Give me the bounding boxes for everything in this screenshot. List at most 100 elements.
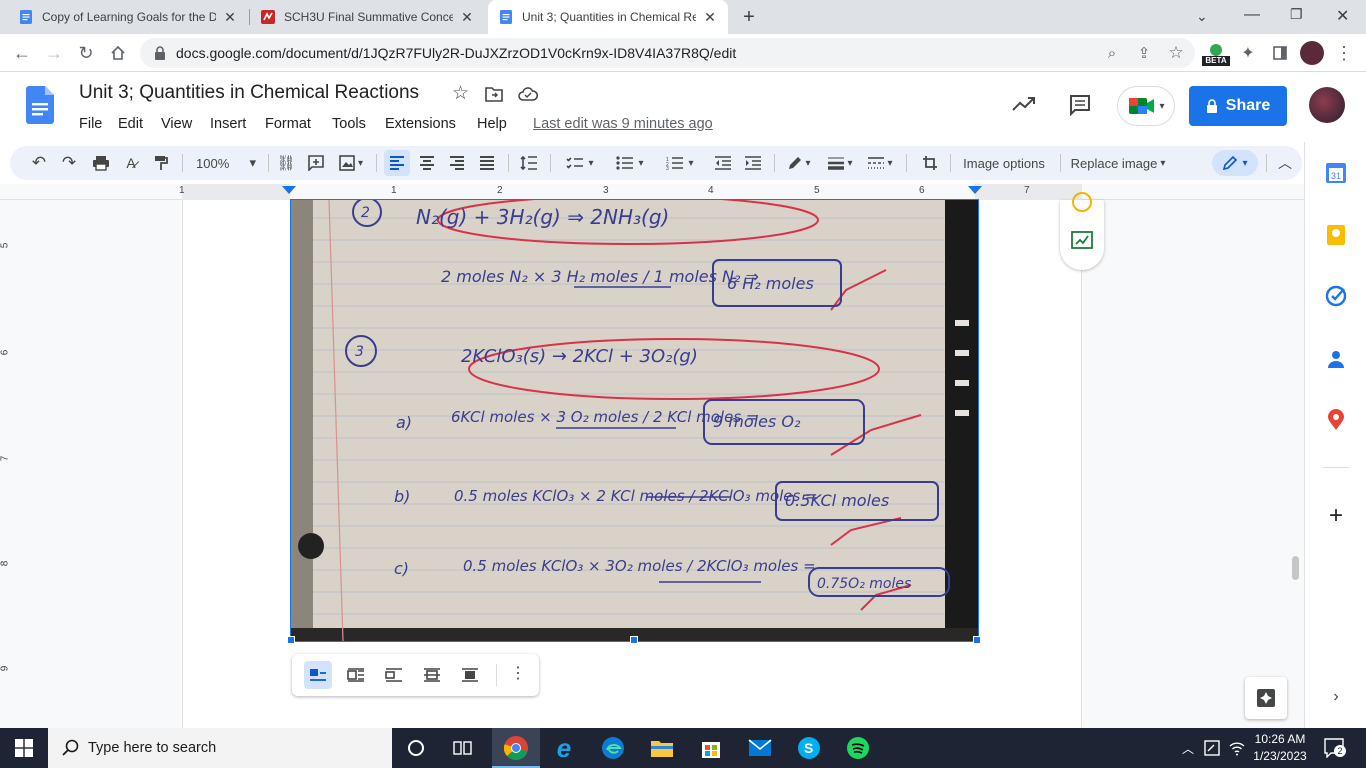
- explore-button[interactable]: [1245, 677, 1287, 719]
- reload-icon[interactable]: ↻: [72, 39, 100, 67]
- account-avatar[interactable]: [1309, 87, 1345, 123]
- resize-handle[interactable]: [973, 636, 981, 644]
- close-tab-icon[interactable]: ✕: [222, 9, 238, 25]
- bookmark-star-icon[interactable]: ☆: [1162, 39, 1190, 67]
- zoom-select[interactable]: 100% ▾: [192, 150, 260, 176]
- insert-image-icon[interactable]: ▾: [334, 150, 368, 176]
- insert-link-icon[interactable]: ⛓: [274, 150, 298, 176]
- menu-help[interactable]: Help: [477, 116, 507, 132]
- edge-icon[interactable]: [599, 734, 627, 762]
- more-options-icon[interactable]: ⋮: [506, 663, 530, 687]
- tab-learning-goals[interactable]: Copy of Learning Goals for the D ✕: [8, 0, 248, 34]
- taskbar-search-box[interactable]: Type here to search: [48, 728, 392, 768]
- print-icon[interactable]: [88, 150, 114, 176]
- inline-wrap-icon[interactable]: [304, 661, 332, 689]
- undo-icon[interactable]: ↶: [26, 150, 52, 176]
- document-title[interactable]: Unit 3; Quantities in Chemical Reactions: [79, 82, 419, 104]
- increase-indent-icon[interactable]: [740, 150, 766, 176]
- spotify-icon[interactable]: [844, 734, 872, 762]
- close-tab-icon[interactable]: ✕: [459, 9, 475, 25]
- spellcheck-icon[interactable]: A̷: [118, 150, 144, 176]
- new-tab-icon[interactable]: +: [738, 6, 760, 28]
- comments-icon[interactable]: [1069, 94, 1091, 116]
- border-weight-icon[interactable]: ▾: [822, 150, 858, 176]
- crop-icon[interactable]: [918, 150, 942, 176]
- border-dash-icon[interactable]: ▾: [862, 150, 898, 176]
- emoji-reaction-icon[interactable]: [1072, 192, 1092, 212]
- file-explorer-icon[interactable]: [648, 734, 676, 762]
- close-window-icon[interactable]: ✕: [1336, 6, 1349, 26]
- menu-tools[interactable]: Tools: [332, 116, 366, 132]
- pen-workspace-icon[interactable]: [1204, 740, 1220, 756]
- notebook-photo[interactable]: 2 3 N₂(g) + 3H₂(g) ⇒ 2NH₃(g) 2 moles N₂ …: [290, 199, 979, 642]
- more-menu-icon[interactable]: ⋮: [1330, 39, 1358, 67]
- mail-icon[interactable]: [746, 734, 774, 762]
- share-page-icon[interactable]: ⇪: [1130, 39, 1158, 67]
- close-tab-icon[interactable]: ✕: [702, 9, 718, 25]
- restore-icon[interactable]: ❐: [1290, 6, 1303, 23]
- home-icon[interactable]: [104, 39, 132, 67]
- checklist-icon[interactable]: ▾: [558, 150, 602, 176]
- left-indent-marker[interactable]: [282, 186, 296, 194]
- border-color-icon[interactable]: ▾: [782, 150, 816, 176]
- align-right-icon[interactable]: [444, 150, 470, 176]
- side-panel-icon[interactable]: [1266, 39, 1294, 67]
- expand-panel-icon[interactable]: ›: [1324, 685, 1348, 709]
- justify-icon[interactable]: [474, 150, 500, 176]
- align-center-icon[interactable]: [414, 150, 440, 176]
- add-comment-icon[interactable]: [304, 150, 328, 176]
- line-spacing-icon[interactable]: [516, 150, 542, 176]
- wrap-text-icon[interactable]: [342, 661, 370, 689]
- show-hidden-icons-icon[interactable]: ︿: [1182, 740, 1194, 757]
- chrome-taskbar-button[interactable]: [492, 728, 540, 768]
- replace-image-button[interactable]: Replace image ▾: [1066, 150, 1170, 176]
- meet-button[interactable]: ▾: [1117, 86, 1175, 126]
- task-view-icon[interactable]: [449, 734, 477, 762]
- activity-trend-icon[interactable]: [1012, 96, 1036, 112]
- store-icon[interactable]: [697, 734, 725, 762]
- extensions-puzzle-icon[interactable]: ✦: [1234, 39, 1262, 67]
- numbered-list-icon[interactable]: 1 2 3 ▾: [658, 150, 702, 176]
- profile-avatar[interactable]: [1300, 41, 1324, 65]
- system-clock[interactable]: 10:26 AM 1/23/2023: [1244, 731, 1316, 765]
- beta-extension-icon[interactable]: BETA: [1202, 42, 1230, 68]
- tab-unit3-active[interactable]: Unit 3; Quantities in Chemical Re ✕: [488, 0, 728, 34]
- suggest-edit-icon[interactable]: [1071, 231, 1093, 251]
- bulleted-list-icon[interactable]: ▾: [608, 150, 652, 176]
- maps-icon[interactable]: [1324, 408, 1348, 432]
- redo-icon[interactable]: ↷: [56, 150, 82, 176]
- add-addon-icon[interactable]: +: [1324, 502, 1348, 529]
- menu-insert[interactable]: Insert: [210, 116, 246, 132]
- menu-file[interactable]: File: [79, 116, 102, 132]
- back-icon[interactable]: ←: [8, 39, 36, 67]
- paint-format-icon[interactable]: [148, 150, 174, 176]
- menu-extensions[interactable]: Extensions: [385, 116, 456, 132]
- forward-icon[interactable]: →: [40, 39, 68, 67]
- contacts-icon[interactable]: [1324, 347, 1348, 371]
- tab-search-chevron-icon[interactable]: ⌄: [1196, 8, 1208, 25]
- in-front-of-text-icon[interactable]: [456, 661, 484, 689]
- behind-text-icon[interactable]: [418, 661, 446, 689]
- cloud-status-icon[interactable]: [518, 86, 538, 102]
- menu-edit[interactable]: Edit: [118, 116, 143, 132]
- resize-handle[interactable]: [630, 636, 638, 644]
- tab-sch3u-summative[interactable]: SCH3U Final Summative Concept ✕: [250, 0, 485, 34]
- zoom-icon[interactable]: ⌕: [1098, 39, 1126, 67]
- align-left-icon[interactable]: [384, 150, 410, 176]
- decrease-indent-icon[interactable]: [710, 150, 736, 176]
- menu-view[interactable]: View: [161, 116, 192, 132]
- editing-mode-button[interactable]: ▾: [1212, 150, 1258, 176]
- image-options-button[interactable]: Image options: [956, 150, 1052, 176]
- right-indent-marker[interactable]: [968, 186, 982, 194]
- skype-icon[interactable]: S: [795, 734, 823, 762]
- tasks-icon[interactable]: [1324, 284, 1348, 308]
- star-icon[interactable]: ☆: [452, 82, 469, 105]
- windows-start-icon[interactable]: [10, 734, 38, 762]
- notification-center-icon[interactable]: 2: [1324, 738, 1346, 758]
- keep-icon[interactable]: [1324, 223, 1348, 247]
- resize-handle[interactable]: [287, 636, 295, 644]
- calendar-icon[interactable]: 31: [1324, 161, 1348, 185]
- docs-logo-icon[interactable]: [26, 86, 54, 124]
- collapse-menus-icon[interactable]: ︿: [1274, 150, 1296, 176]
- share-button[interactable]: Share: [1189, 86, 1287, 126]
